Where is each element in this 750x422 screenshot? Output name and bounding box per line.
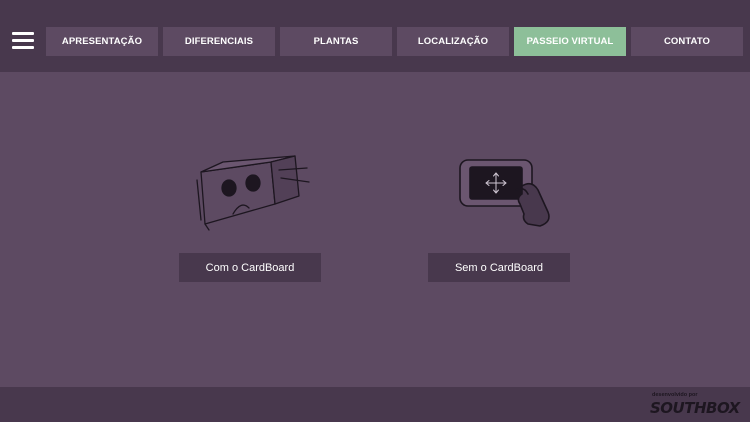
nav-contato[interactable]: CONTATO (631, 27, 743, 56)
hand-phone-icon (459, 159, 550, 227)
cardboard-button[interactable]: Com o CardBoard (179, 253, 321, 282)
main-nav: APRESENTAÇÃO DIFERENCIAIS PLANTAS LOCALI… (46, 27, 743, 56)
nav-apresentacao[interactable]: APRESENTAÇÃO (46, 27, 158, 56)
menu-icon[interactable] (12, 32, 34, 49)
nav-localizacao[interactable]: LOCALIZAÇÃO (397, 27, 509, 56)
developer-credit[interactable]: desenvolvido por SOUTHBOX (648, 391, 744, 419)
top-bar: APRESENTAÇÃO DIFERENCIAIS PLANTAS LOCALI… (0, 0, 750, 72)
nav-plantas[interactable]: PLANTAS (280, 27, 392, 56)
no-cardboard-button[interactable]: Sem o CardBoard (428, 253, 570, 282)
southbox-logo: SOUTHBOX (650, 399, 740, 417)
vr-headset-icon (196, 155, 310, 231)
nav-diferenciais[interactable]: DIFERENCIAIS (163, 27, 275, 56)
nav-passeio-virtual[interactable]: PASSEIO VIRTUAL (514, 27, 626, 56)
credit-caption: desenvolvido por (652, 392, 698, 398)
footer: desenvolvido por SOUTHBOX (0, 387, 750, 422)
